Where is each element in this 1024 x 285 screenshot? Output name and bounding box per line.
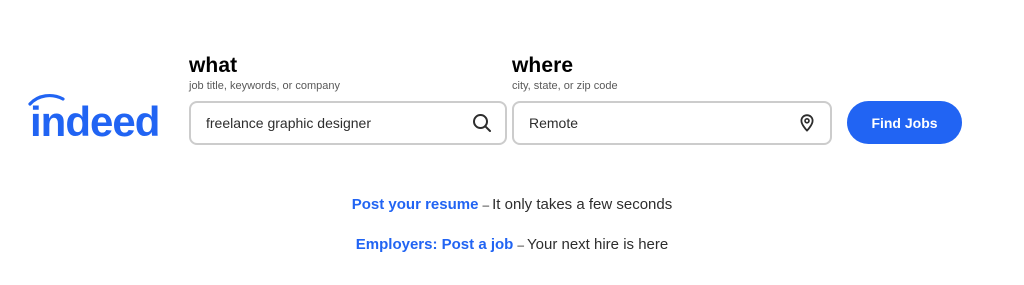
post-resume-dash: – (482, 198, 490, 212)
what-field-group: what job title, keywords, or company (189, 52, 507, 145)
where-hint: city, state, or zip code (512, 80, 618, 92)
what-hint: job title, keywords, or company (189, 80, 341, 92)
indeed-logo-mark: indeed (28, 93, 160, 144)
search-icon[interactable] (472, 113, 492, 133)
employer-post-job-dash: – (517, 238, 525, 252)
find-jobs-button[interactable]: Find Jobs (847, 101, 962, 144)
indeed-logo-text: indeed (30, 98, 159, 144)
employer-post-job-promo: Employers: Post a job – Your next hire is … (0, 235, 1024, 255)
home-page: indeed what job title, keywords, or comp… (0, 0, 1024, 285)
employer-post-job-text: Your next hire is here (527, 236, 669, 253)
where-label: where (512, 54, 574, 77)
post-resume-promo: Post your resume – It only takes a few sec… (0, 195, 1024, 215)
where-field-group: where city, state, or zip code (512, 52, 832, 145)
post-resume-link[interactable]: Post your resume (352, 196, 479, 213)
employer-post-job-link[interactable]: Employers: Post a job (356, 236, 514, 253)
what-input-box[interactable] (189, 101, 507, 145)
indeed-logo[interactable]: indeed (28, 92, 173, 144)
where-input-box[interactable] (512, 101, 832, 145)
location-pin-icon (797, 113, 817, 133)
what-input[interactable] (191, 103, 472, 143)
post-resume-text: It only takes a few seconds (492, 196, 673, 213)
where-input[interactable] (514, 103, 797, 143)
what-label: what (189, 54, 238, 77)
